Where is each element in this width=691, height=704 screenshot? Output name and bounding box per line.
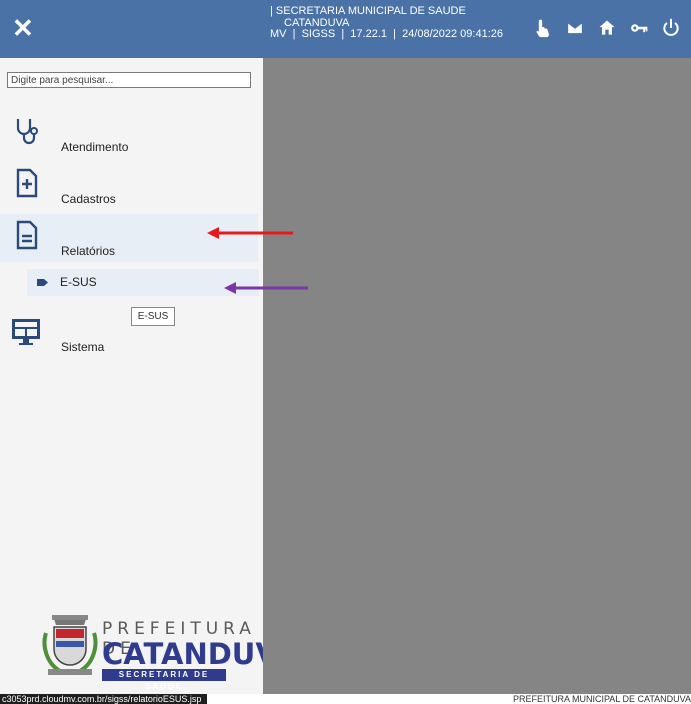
file-plus-icon [16, 168, 38, 198]
mail-icon[interactable] [559, 16, 591, 40]
top-bar: ✕ | SECRETARIA MUNICIPAL DE SAUDE CATANDU… [0, 0, 691, 58]
submenu-item-label: E-SUS [60, 275, 97, 289]
sidebar-item-label: Sistema [61, 340, 105, 354]
status-bar: c3053prd.cloudmv.com.br/sigss/relatorioE… [0, 694, 691, 704]
prefeitura-logo: PREFEITURA DE CATANDUVA SECRETARIA DE SA… [38, 613, 298, 691]
hand-pointer-icon[interactable] [527, 16, 559, 40]
monitor-icon [12, 319, 40, 345]
header-line-1: | SECRETARIA MUNICIPAL DE SAUDE [270, 5, 466, 17]
sidebar-item-cadastros[interactable]: Cadastros [0, 162, 258, 210]
logo-line-3: SECRETARIA DE SAÚDE [102, 669, 226, 691]
home-icon[interactable] [591, 16, 623, 40]
search-input[interactable] [7, 72, 251, 88]
header-info: | SECRETARIA MUNICIPAL DE SAUDE CATANDUVA… [270, 5, 503, 41]
main-content-area [263, 58, 691, 694]
sidebar-item-atendimento[interactable]: Atendimento [0, 110, 258, 158]
sidebar: Atendimento Cadastros Relatórios E-SUS E… [0, 58, 298, 694]
sidebar-item-label: Atendimento [61, 140, 129, 154]
status-right-text: PREFEITURA MUNICIPAL DE CATANDUVA [512, 694, 691, 704]
tag-icon [37, 279, 48, 286]
key-icon[interactable] [623, 16, 655, 40]
header-line-3: MV | SIGSS | 17.22.1 | 24/08/2022 09:41:… [270, 28, 503, 40]
purple-arrow-annotation [224, 282, 308, 294]
top-icons [527, 16, 687, 40]
sidebar-item-label: Relatórios [61, 244, 116, 258]
power-icon[interactable] [655, 16, 687, 40]
close-icon[interactable]: ✕ [12, 14, 40, 42]
sidebar-item-label: Cadastros [61, 192, 116, 206]
status-url: c3053prd.cloudmv.com.br/sigss/relatorioE… [0, 694, 208, 704]
stethoscope-icon [16, 119, 38, 145]
coat-of-arms-icon [42, 615, 98, 675]
red-arrow-annotation [207, 227, 293, 239]
sidebar-item-sistema[interactable]: Sistema [0, 312, 258, 360]
document-icon [16, 220, 38, 250]
